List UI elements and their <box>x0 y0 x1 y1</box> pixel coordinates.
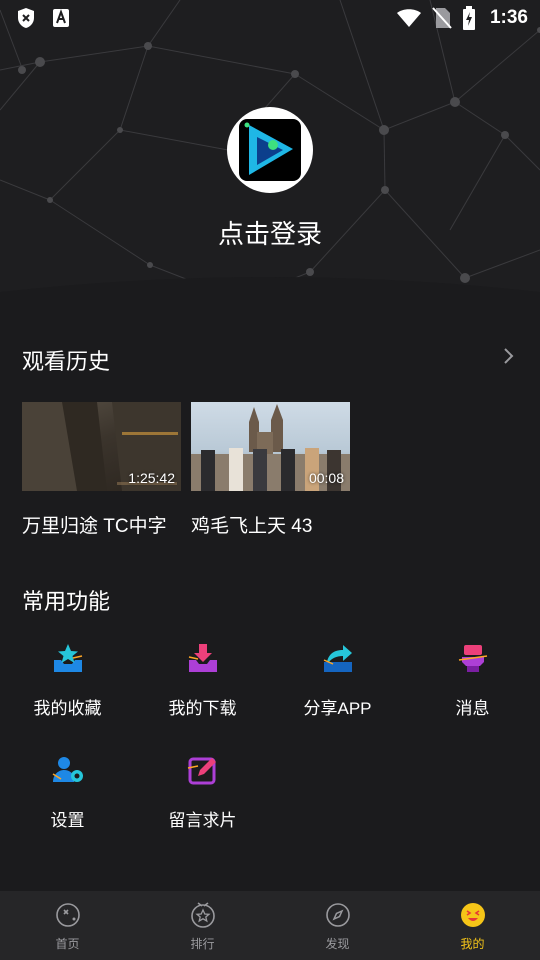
settings-label: 设置 <box>50 811 85 830</box>
smiley-icon <box>459 901 487 929</box>
edit-pencil-icon <box>185 752 221 788</box>
share-arrow-icon <box>320 640 356 676</box>
messages-button[interactable]: 消息 <box>405 640 540 719</box>
messages-label: 消息 <box>455 699 490 718</box>
nav-discover[interactable]: 发现 <box>270 891 405 960</box>
profile-header: 1:36 点击登录 <box>0 0 540 310</box>
user-gear-icon <box>50 752 86 788</box>
video-duration: 00:08 <box>308 470 344 486</box>
downloads-button[interactable]: 我的下载 <box>135 640 270 719</box>
nav-home-label: 首页 <box>55 937 80 951</box>
header-curve <box>0 277 540 310</box>
downloads-label: 我的下载 <box>168 699 237 718</box>
font-a-icon <box>52 8 70 28</box>
nav-home[interactable]: 首页 <box>0 891 135 960</box>
favorites-button[interactable]: 我的收藏 <box>0 640 135 719</box>
star-tray-icon <box>50 640 86 676</box>
favorites-label: 我的收藏 <box>33 699 102 718</box>
request-movie-button[interactable]: 留言求片 <box>135 752 270 831</box>
message-icon <box>455 640 491 676</box>
wifi-icon <box>396 8 422 28</box>
video-thumbnail: 00:08 <box>191 402 350 491</box>
status-bar: 1:36 <box>0 0 540 36</box>
no-sim-icon <box>432 7 452 29</box>
nav-discover-label: 发现 <box>325 937 350 951</box>
settings-button[interactable]: 设置 <box>0 752 135 831</box>
bottom-nav: 首页 排行 发现 我的 <box>0 891 540 960</box>
request-movie-label: 留言求片 <box>168 811 237 830</box>
status-time: 1:36 <box>489 7 528 28</box>
chevron-right-icon[interactable] <box>500 346 516 366</box>
history-item[interactable]: 1:25:42 万里归途 TC中字 <box>22 402 181 538</box>
login-button[interactable]: 点击登录 <box>0 214 540 251</box>
compass-icon <box>324 901 352 929</box>
share-app-button[interactable]: 分享APP <box>270 640 405 719</box>
rank-icon <box>189 901 217 929</box>
battery-charging-icon <box>462 6 476 30</box>
home-icon <box>54 901 82 929</box>
nav-mine-label: 我的 <box>460 937 485 951</box>
history-item[interactable]: 00:08 鸡毛飞上天 43 <box>191 402 350 538</box>
video-thumbnail: 1:25:42 <box>22 402 181 491</box>
nav-mine[interactable]: 我的 <box>405 891 540 960</box>
history-title: 观看历史 <box>22 349 111 374</box>
avatar[interactable] <box>227 107 313 193</box>
video-duration: 1:25:42 <box>128 470 175 486</box>
functions-title: 常用功能 <box>22 589 111 614</box>
share-app-label: 分享APP <box>303 699 372 718</box>
nav-rank-label: 排行 <box>190 937 215 951</box>
history-item-label: 万里归途 TC中字 <box>22 516 167 537</box>
shield-x-icon <box>16 7 36 29</box>
app-play-logo-icon <box>239 119 301 181</box>
history-item-label: 鸡毛飞上天 43 <box>191 516 313 537</box>
download-tray-icon <box>185 640 221 676</box>
nav-rank[interactable]: 排行 <box>135 891 270 960</box>
history-list: 1:25:42 万里归途 TC中字 00:08 鸡毛飞上天 43 <box>22 402 350 538</box>
